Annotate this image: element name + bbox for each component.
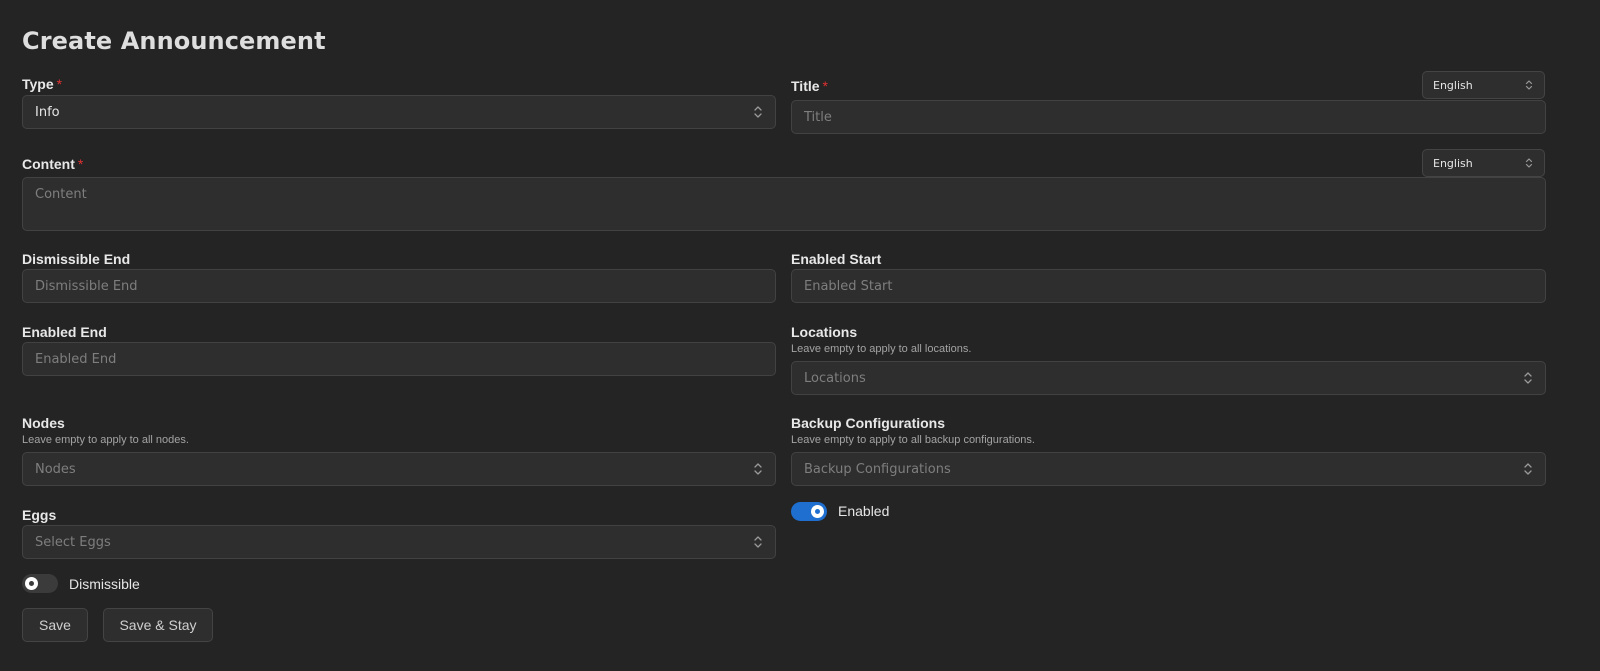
dismissible-end-label: Dismissible End (22, 251, 131, 267)
dismissible-toggle-label: Dismissible (69, 576, 140, 592)
enabled-start-label: Enabled Start (791, 251, 882, 267)
title-input[interactable]: Title (791, 100, 1546, 134)
eggs-label: Eggs (22, 507, 57, 523)
chevron-updown-icon (753, 105, 763, 119)
chevron-updown-icon (1524, 156, 1534, 170)
locations-label: Locations (791, 324, 858, 340)
chevron-updown-icon (753, 535, 763, 549)
chevron-updown-icon (753, 462, 763, 476)
eggs-select[interactable]: Select Eggs (22, 525, 776, 559)
enabled-toggle[interactable] (791, 502, 827, 521)
content-label: Content * (22, 156, 84, 172)
save-and-stay-button[interactable]: Save & Stay (103, 608, 213, 642)
dismissible-end-input[interactable]: Dismissible End (22, 269, 776, 303)
required-mark: * (56, 76, 63, 92)
enabled-start-input[interactable]: Enabled Start (791, 269, 1546, 303)
content-textarea[interactable]: Content (22, 177, 1546, 231)
nodes-label: Nodes (22, 415, 65, 431)
save-button[interactable]: Save (22, 608, 88, 642)
nodes-hint: Leave empty to apply to all nodes. (22, 434, 189, 446)
type-label: Type * (22, 76, 63, 92)
locations-select[interactable]: Locations (791, 361, 1546, 395)
content-language-select[interactable]: English (1422, 149, 1545, 177)
dismissible-toggle[interactable] (22, 574, 58, 593)
toggle-knob (25, 577, 38, 590)
locations-hint: Leave empty to apply to all locations. (791, 343, 972, 355)
backup-configurations-label: Backup Configurations (791, 415, 946, 431)
page-title: Create Announcement (22, 27, 326, 55)
type-select[interactable]: Info (22, 95, 776, 129)
chevron-updown-icon (1523, 371, 1533, 385)
toggle-knob (811, 505, 824, 518)
required-mark: * (822, 78, 828, 94)
title-label: Title * (791, 78, 828, 94)
chevron-updown-icon (1524, 78, 1534, 92)
nodes-select[interactable]: Nodes (22, 452, 776, 486)
enabled-toggle-label: Enabled (838, 503, 890, 519)
backup-configurations-hint: Leave empty to apply to all backup confi… (791, 434, 1035, 446)
create-announcement-page: Create Announcement Type * Info Title * En… (0, 0, 1600, 671)
required-mark: * (77, 156, 84, 172)
title-language-select[interactable]: English (1422, 71, 1545, 99)
enabled-end-label: Enabled End (22, 324, 107, 340)
backup-configurations-select[interactable]: Backup Configurations (791, 452, 1546, 486)
type-select-value: Info (35, 104, 60, 120)
chevron-updown-icon (1523, 462, 1533, 476)
enabled-end-input[interactable]: Enabled End (22, 342, 776, 376)
